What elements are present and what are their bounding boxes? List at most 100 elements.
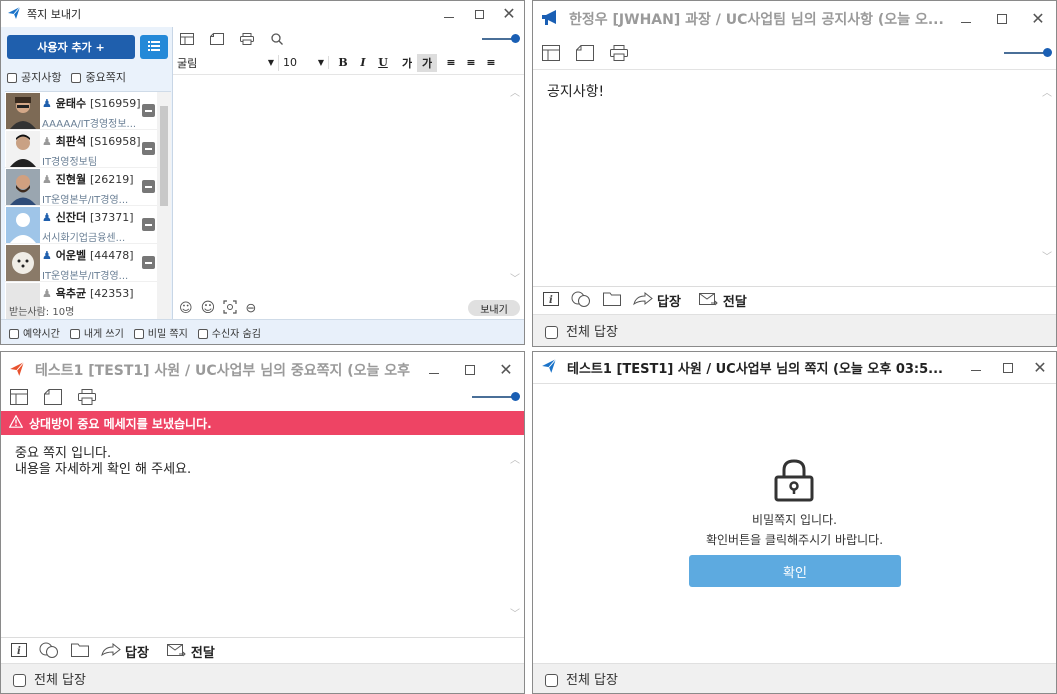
- info-button[interactable]: i: [543, 291, 559, 310]
- forward-button[interactable]: 전달: [166, 642, 215, 662]
- align-right-button[interactable]: ≡: [481, 54, 501, 72]
- scroll-down-icon[interactable]: ﹀: [1042, 253, 1052, 263]
- list-item[interactable]: ♟ 진현월 [26219] IT운영본부/IT경영...: [5, 168, 171, 206]
- secret-checkbox[interactable]: 비밀 쪽지: [133, 325, 188, 340]
- user-name: 윤태수: [55, 97, 87, 110]
- forward-button[interactable]: 전달: [698, 291, 747, 311]
- maximize-button[interactable]: [984, 1, 1020, 37]
- font-select[interactable]: 굴림 ▼: [177, 54, 279, 71]
- zoom-slider[interactable]: [472, 392, 520, 401]
- zoom-slider[interactable]: [482, 34, 520, 43]
- body-line: 중요 쪽지 입니다.: [15, 446, 112, 461]
- layout-icon[interactable]: [541, 43, 561, 63]
- list-item[interactable]: ♟ 최판석 [S16958] IT경영정보팀: [5, 130, 171, 168]
- highlight-button[interactable]: 가: [417, 53, 437, 72]
- list-item[interactable]: ♟ 신잔더 [37371] 서시화기업금융센...: [5, 206, 171, 244]
- list-item[interactable]: ♟ 어운벨 [44478] IT운영본부/IT경영...: [5, 244, 171, 282]
- hide-recipients-checkbox[interactable]: 수신자 숨김: [197, 325, 261, 340]
- remove-user-button[interactable]: [142, 104, 155, 117]
- layout-icon[interactable]: [9, 387, 29, 407]
- window-title: 쪽지 보내기: [27, 8, 82, 21]
- reply-all-checkbox[interactable]: 전체 답장: [545, 321, 618, 340]
- message-toolbar: [533, 37, 1056, 70]
- user-name: 신잔더: [55, 211, 87, 224]
- italic-button[interactable]: I: [353, 54, 373, 72]
- megaphone-icon: [541, 9, 559, 29]
- chat-button[interactable]: [571, 291, 591, 311]
- scroll-down-icon[interactable]: ﹀: [510, 275, 520, 285]
- note-icon[interactable]: [43, 387, 63, 407]
- alert-text: 상대방이 중요 메세지를 보냈습니다.: [29, 416, 212, 431]
- attach-icon[interactable]: ⊘: [241, 299, 259, 317]
- bold-button[interactable]: B: [333, 54, 353, 72]
- minimize-button[interactable]: [960, 352, 992, 383]
- user-name: 최판석: [55, 135, 87, 148]
- send-button[interactable]: 보내기: [468, 300, 520, 316]
- format-toolbar: 굴림 ▼ 10 ▼ B I U 가 가 ≡ ≡ ≡: [173, 51, 524, 75]
- layout-icon[interactable]: [177, 29, 197, 49]
- minimize-button[interactable]: [948, 1, 984, 37]
- remove-user-button[interactable]: [142, 180, 155, 193]
- remove-user-button[interactable]: [142, 142, 155, 155]
- maximize-button[interactable]: [992, 352, 1024, 383]
- align-center-button[interactable]: ≡: [461, 54, 481, 72]
- confirm-button[interactable]: 확인: [689, 555, 901, 587]
- reply-button[interactable]: 답장: [633, 291, 681, 310]
- reply-icon: [101, 642, 121, 661]
- emoji-icon[interactable]: ☺: [179, 301, 193, 316]
- font-size-select[interactable]: 10 ▼: [283, 56, 329, 69]
- user-list-scrollbar[interactable]: [157, 92, 171, 319]
- align-left-button[interactable]: ≡: [441, 54, 461, 72]
- editor-bottom-bar: ☺ ☺ ⊘ 보내기: [173, 297, 524, 319]
- scroll-down-icon[interactable]: ﹀: [510, 610, 520, 620]
- print-icon[interactable]: [237, 29, 257, 49]
- notice-checkbox[interactable]: 공지사항: [7, 69, 61, 85]
- info-button[interactable]: i: [11, 642, 27, 661]
- user-code: [S16959]: [89, 97, 141, 110]
- scroll-up-icon[interactable]: ︿: [510, 89, 520, 99]
- close-button[interactable]: ✕: [494, 1, 524, 27]
- avatar: [6, 245, 40, 281]
- person-icon: ♟: [42, 287, 52, 300]
- paper-plane-icon: [541, 358, 557, 377]
- font-color-button[interactable]: 가: [397, 54, 417, 72]
- folder-button[interactable]: [71, 643, 89, 661]
- person-icon: ♟: [42, 249, 52, 262]
- emoticon-icon[interactable]: ☺: [201, 300, 216, 316]
- person-icon: ♟: [42, 173, 52, 186]
- message-body: 중요 쪽지 입니다. 내용을 자세하게 확인 해 주세요.: [15, 446, 191, 478]
- scroll-up-icon[interactable]: ︿: [1042, 89, 1052, 99]
- reply-all-bar: 전체 답장: [533, 314, 1056, 346]
- list-item[interactable]: ♟ 윤태수 [S16959] AAAAA/IT경영정보...: [5, 92, 171, 130]
- list-view-button[interactable]: [140, 35, 168, 59]
- print-icon[interactable]: [77, 387, 97, 407]
- remove-user-button[interactable]: [142, 218, 155, 231]
- add-user-button[interactable]: 사용자 추가 +: [7, 35, 135, 59]
- message-editor[interactable]: ︿ ﹀: [173, 75, 524, 297]
- reply-button[interactable]: 답장: [101, 642, 149, 661]
- message-actions: i 답장 전달: [533, 286, 1056, 314]
- maximize-button[interactable]: [464, 1, 494, 27]
- close-button[interactable]: ✕: [1024, 352, 1056, 383]
- note-icon[interactable]: [575, 43, 595, 63]
- chat-button[interactable]: [39, 642, 59, 662]
- print-icon[interactable]: [609, 43, 629, 63]
- info-icon: i: [543, 291, 559, 310]
- send-to-self-checkbox[interactable]: 내게 쓰기: [69, 325, 124, 340]
- note-icon[interactable]: [207, 29, 227, 49]
- reply-all-checkbox[interactable]: 전체 답장: [545, 669, 618, 688]
- reply-all-checkbox[interactable]: 전체 답장: [13, 669, 86, 688]
- underline-button[interactable]: U: [373, 54, 393, 72]
- zoom-slider[interactable]: [1004, 48, 1052, 57]
- minimize-button[interactable]: [434, 1, 464, 27]
- avatar: [6, 207, 40, 243]
- secret-notice: 비밀쪽지 입니다. 확인버튼을 클릭해주시기 바랍니다.: [533, 510, 1056, 550]
- close-button[interactable]: ✕: [1020, 1, 1056, 37]
- important-checkbox[interactable]: 중요쪽지: [71, 69, 126, 85]
- search-icon[interactable]: [267, 29, 287, 49]
- folder-button[interactable]: [603, 292, 621, 310]
- remove-user-button[interactable]: [142, 256, 155, 269]
- scheduled-checkbox[interactable]: 예약시간: [9, 325, 60, 340]
- scroll-up-icon[interactable]: ︿: [510, 456, 520, 466]
- capture-icon[interactable]: [223, 299, 237, 317]
